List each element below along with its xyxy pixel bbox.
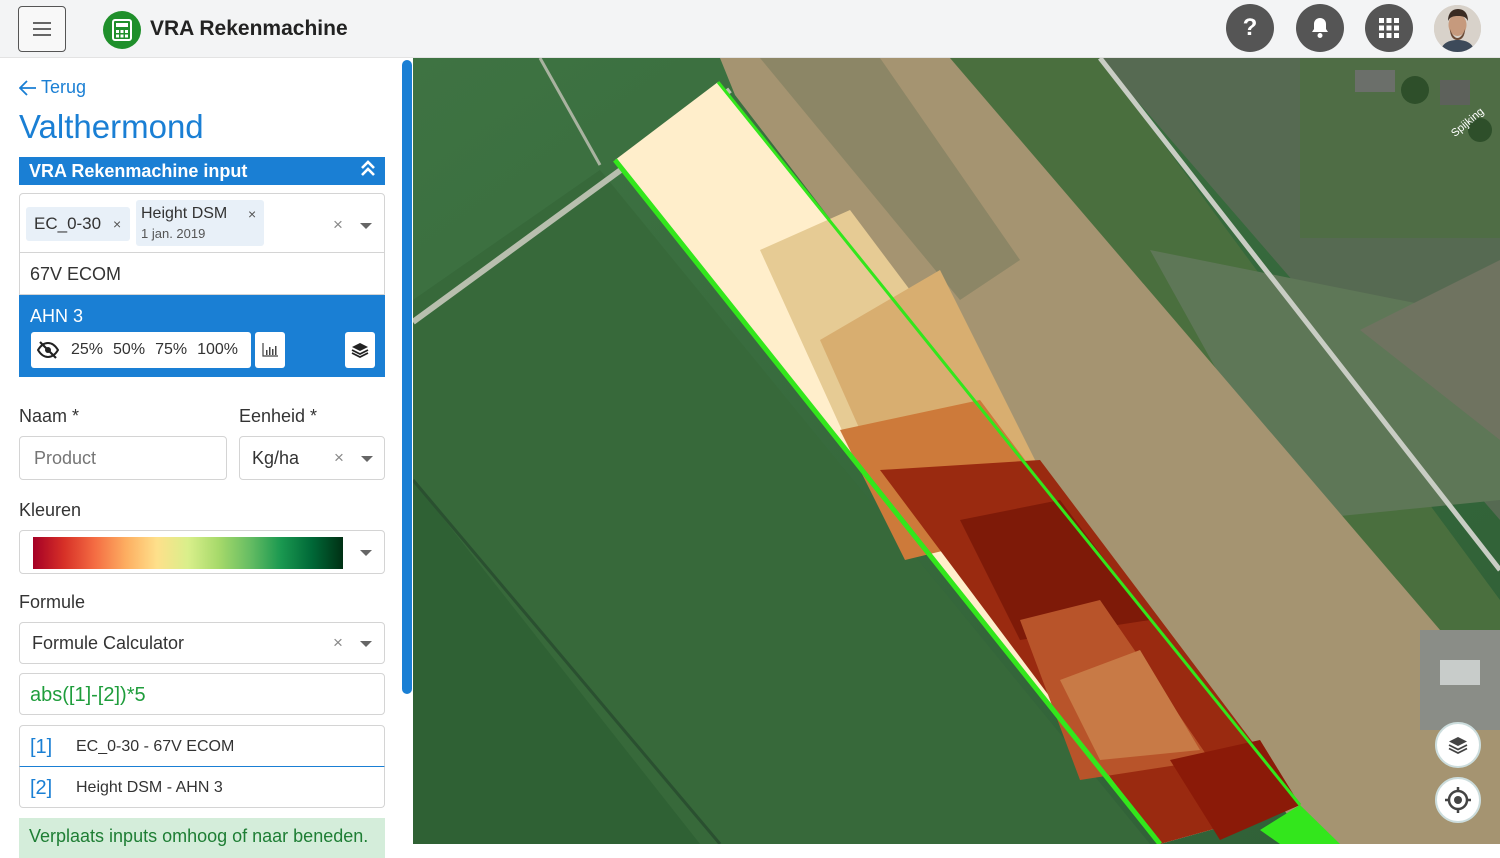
chevron-down-icon[interactable] [360, 641, 372, 647]
formule-label: Formule [19, 592, 86, 612]
variable-value: Height DSM - AHN 3 [76, 779, 223, 796]
chevron-down-icon[interactable] [360, 550, 372, 556]
variable-index: [1] [30, 736, 53, 758]
variable-row[interactable]: [2] Height DSM - AHN 3 [19, 766, 385, 808]
tag-height-dsm: Height DSM 1 jan. 2019 [136, 200, 264, 246]
apps-grid-icon [1379, 18, 1399, 38]
kleuren-label: Kleuren [19, 500, 82, 520]
layer-label: 67V ECOM [30, 264, 122, 284]
variable-row[interactable]: [1] EC_0-30 - 67V ECOM [19, 725, 385, 767]
bell-icon [1312, 18, 1328, 38]
arrow-left-icon [19, 79, 36, 96]
section-header[interactable]: VRA Rekenmachine input [19, 157, 385, 185]
chevron-double-up-icon[interactable] [359, 157, 377, 185]
color-ramp [33, 537, 343, 569]
apps-button[interactable] [1365, 4, 1413, 52]
input-multiselect[interactable]: EC_0-30 × Height DSM 1 jan. 2019 × × [19, 193, 385, 253]
info-message: Verplaats inputs omhoog of naar beneden. [19, 818, 385, 858]
variable-index: [2] [30, 777, 53, 799]
top-bar: VRA Rekenmachine ? [0, 0, 1500, 58]
variable-value: EC_0-30 - 67V ECOM [76, 738, 235, 755]
sidebar-scrollbar[interactable] [402, 60, 412, 694]
layer-option-67v-ecom[interactable]: 67V ECOM [19, 253, 385, 295]
menu-button[interactable] [18, 6, 66, 52]
section-title: VRA Rekenmachine input [29, 161, 248, 181]
opacity-75[interactable]: 75% [155, 341, 187, 359]
layer-style-button[interactable] [345, 332, 375, 368]
calculator-icon [103, 11, 141, 49]
eenheid-select[interactable]: Kg/ha × [239, 436, 385, 480]
naam-label: Naam * [19, 406, 80, 426]
opacity-100[interactable]: 100% [197, 341, 238, 359]
clear-icon[interactable]: × [333, 215, 343, 235]
tag-remove-icon[interactable]: × [113, 216, 121, 232]
eenheid-value: Kg/ha [252, 448, 300, 468]
menu-icon [33, 28, 51, 30]
page-title: Valthermond [19, 108, 204, 145]
layers-icon [1448, 737, 1468, 754]
opacity-25[interactable]: 25% [71, 341, 103, 359]
help-button[interactable]: ? [1226, 4, 1274, 52]
locate-button[interactable] [1435, 777, 1481, 823]
satellite-imagery: Spijking [413, 58, 1500, 844]
back-link-label: Terug [41, 77, 87, 97]
eye-off-icon[interactable] [37, 341, 59, 359]
avatar[interactable] [1434, 5, 1481, 52]
tag-label: Height DSM [141, 205, 228, 222]
histogram-button[interactable] [255, 332, 285, 368]
tag-remove-icon[interactable]: × [248, 206, 256, 222]
bar-chart-icon [262, 343, 278, 357]
map-view[interactable]: Spijking [413, 58, 1500, 844]
layers-icon [351, 343, 369, 358]
naam-input[interactable] [19, 436, 227, 480]
map-layers-button[interactable] [1435, 722, 1481, 768]
chevron-down-icon[interactable] [360, 223, 372, 229]
app-title: VRA Rekenmachine [150, 17, 348, 40]
formule-value: Formule Calculator [32, 633, 185, 653]
layer-label: AHN 3 [30, 306, 84, 326]
back-link[interactable]: Terug [19, 77, 86, 98]
locate-icon [1445, 787, 1471, 813]
clear-icon[interactable]: × [334, 437, 344, 479]
color-ramp-select[interactable] [19, 530, 385, 574]
opacity-controls: 25% 50% 75% 100% [31, 332, 251, 368]
layer-option-ahn3[interactable]: AHN 3 25% 50% 75% 100% [19, 295, 385, 377]
tag-date: 1 jan. 2019 [141, 226, 206, 241]
notifications-button[interactable] [1296, 4, 1344, 52]
opacity-50[interactable]: 50% [113, 341, 145, 359]
formule-select[interactable]: Formule Calculator × [19, 622, 385, 664]
tag-label: EC_0-30 [34, 214, 102, 233]
eenheid-label: Eenheid * [239, 406, 318, 426]
clear-icon[interactable]: × [333, 623, 343, 663]
chevron-down-icon[interactable] [361, 456, 373, 462]
help-icon: ? [1242, 14, 1258, 41]
formula-input[interactable]: abs([1]-[2])*5 [19, 673, 385, 715]
